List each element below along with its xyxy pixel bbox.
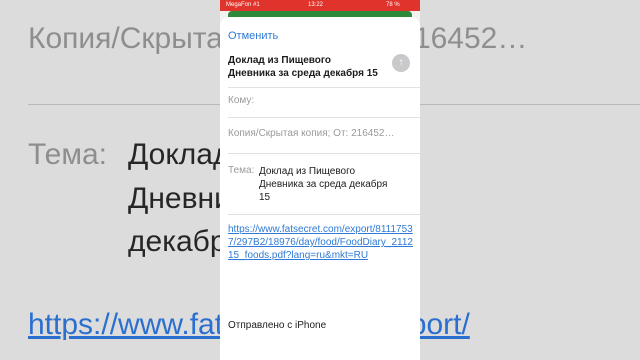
body-link[interactable]: https://www.fatsecret.com/export/8111753… <box>228 223 414 262</box>
bg-subject-label: Тема: <box>28 138 107 171</box>
phone-screen: MegaFon #1 13:22 78 % Отменить Доклад из… <box>220 0 420 360</box>
divider <box>228 87 420 88</box>
compose-sheet: Отменить Доклад из Пищевого Дневника за … <box>220 17 420 360</box>
subject-label: Тема: <box>228 165 255 176</box>
cancel-button[interactable]: Отменить <box>228 30 278 42</box>
cc-from-field[interactable]: Копия/Скрытая копия; От: 216452… <box>228 128 394 139</box>
subject-field[interactable]: Доклад из Пищевого Дневника за среда дек… <box>259 165 389 204</box>
send-button[interactable]: ↑ <box>392 54 410 72</box>
divider <box>228 153 420 154</box>
to-field[interactable]: Кому: <box>228 95 254 106</box>
carrier: MegaFon #1 <box>226 2 260 8</box>
divider <box>228 117 420 118</box>
status-bar: MegaFon #1 13:22 78 % <box>220 0 420 11</box>
compose-title: Доклад из Пищевого Дневника за среда дек… <box>228 55 378 79</box>
signature: Отправлено с iPhone <box>228 320 327 331</box>
battery: 78 % <box>386 2 400 8</box>
arrow-up-icon: ↑ <box>398 57 404 68</box>
divider <box>228 214 420 215</box>
clock: 13:22 <box>308 2 324 8</box>
